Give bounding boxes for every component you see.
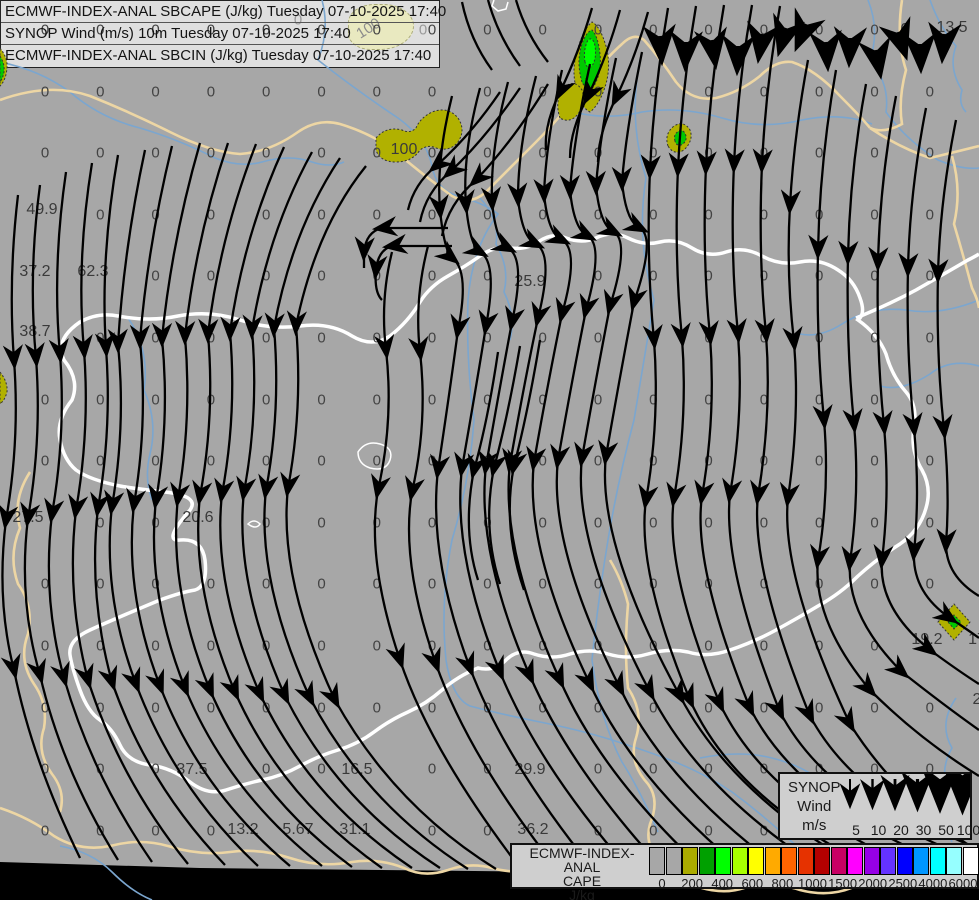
wind-streamline <box>484 82 662 868</box>
cape-scale-cell <box>963 847 979 875</box>
wind-streamline <box>817 70 979 776</box>
cape-scale-tick: 800 <box>772 876 794 891</box>
station-wind-arrow <box>849 38 850 60</box>
wind-streamline <box>375 252 520 868</box>
cape-scale-cell <box>765 847 781 875</box>
cape-scale-tick: 2500 <box>888 876 917 891</box>
wind-streamline <box>757 6 972 846</box>
cape-scale-tick: 1500 <box>828 876 857 891</box>
wind-streamline <box>878 96 979 684</box>
cape-scale-cell <box>864 847 880 875</box>
station-wind-arrow <box>737 46 738 68</box>
wind-streamline <box>644 8 850 856</box>
wind-speed-tick: 50 <box>938 822 954 838</box>
cape-scale-tick: 6000 <box>949 876 978 891</box>
cape-scale-tick: 4000 <box>918 876 947 891</box>
synop-wind-legend: SYNOP Wind m/s 510203050100 <box>778 772 972 840</box>
cape-color-legend: ECMWF-INDEX-ANAL CAPE J/kg 0200400600800… <box>510 843 979 889</box>
cape-scale-cell <box>814 847 830 875</box>
streamlines-layer <box>0 0 979 900</box>
wind-streamline <box>95 155 225 865</box>
wind-streamline <box>701 5 918 852</box>
wind-streamline <box>908 108 979 638</box>
synop-station-arrows <box>660 24 944 72</box>
station-wind-arrow <box>798 24 806 44</box>
cape-scale-cell <box>781 847 797 875</box>
wind-streamline <box>110 150 258 866</box>
cape-scale-cell <box>699 847 715 875</box>
cape-scale-cell <box>666 847 682 875</box>
cape-scale-tick: 200 <box>681 876 703 891</box>
wind-streamline <box>49 172 152 862</box>
wind-streamline <box>264 158 468 869</box>
wind-speed-tick: 20 <box>893 822 909 838</box>
station-wind-arrow <box>898 32 905 53</box>
wind-streamline <box>198 144 382 868</box>
cape-scale-tick: 2000 <box>858 876 887 891</box>
cape-scale-cell <box>798 847 814 875</box>
station-wind-arrow <box>685 42 686 64</box>
station-wind-arrow <box>660 36 662 58</box>
cape-scale-tick: 600 <box>741 876 763 891</box>
wind-streamline <box>557 64 772 862</box>
wind-streamline <box>938 120 979 596</box>
cape-scale-cell <box>930 847 946 875</box>
station-wind-arrow <box>759 34 762 56</box>
wind-speed-tick: 100 <box>957 822 979 838</box>
cape-legend-label: ECMWF-INDEX-ANAL CAPE J/kg <box>516 846 648 900</box>
cape-scale-tick: 1000 <box>798 876 827 891</box>
wind-streamline <box>488 0 520 66</box>
wind-streamline <box>462 2 492 70</box>
cape-scale-cell <box>715 847 731 875</box>
wind-streamline <box>442 84 548 236</box>
cape-scale-tick: 0 <box>658 876 665 891</box>
wind-speed-tick: 5 <box>852 822 860 838</box>
wind-streamline <box>546 8 592 150</box>
cape-scale-cell <box>748 847 764 875</box>
wind-streamline <box>581 58 808 860</box>
wind-streamline <box>729 5 950 850</box>
cape-scale-cell <box>913 847 929 875</box>
wind-streamline <box>516 0 548 62</box>
cape-scale-cell <box>897 847 913 875</box>
wind-streamline <box>408 92 500 210</box>
wind-streamline <box>420 88 520 222</box>
cape-scale-cell <box>649 847 665 875</box>
station-wind-arrow <box>712 40 715 62</box>
cape-scale-cell <box>682 847 698 875</box>
station-wind-arrow <box>920 44 921 66</box>
wind-streamline <box>287 166 496 869</box>
wind-streamline <box>436 96 592 868</box>
cape-scale-cell <box>847 847 863 875</box>
station-wind-arrow <box>942 34 944 56</box>
wind-speed-tick: 10 <box>871 822 887 838</box>
cape-scale-cell <box>831 847 847 875</box>
wind-streamline <box>2 195 80 858</box>
station-wind-arrow <box>780 28 786 49</box>
wind-streamline <box>605 52 844 858</box>
station-wind-arrow <box>876 50 880 72</box>
cape-scale-cell <box>946 847 962 875</box>
wind-speed-tick: 30 <box>916 822 932 838</box>
station-wind-arrow <box>826 42 828 64</box>
cape-scale-tick: 400 <box>711 876 733 891</box>
wind-streamline <box>598 12 648 162</box>
cape-scale-cell <box>880 847 896 875</box>
weather-map: 0000000000000000000000000000000000000000… <box>0 0 979 900</box>
cape-scale-cell <box>732 847 748 875</box>
